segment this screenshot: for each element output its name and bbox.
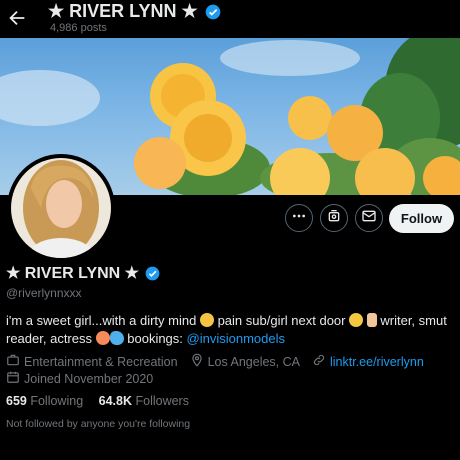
follow-stats: 659 Following 64.8K Followers	[6, 394, 189, 408]
profile-meta-row: Entertainment & Recreation Los Angeles, …	[6, 353, 424, 370]
profile-category: Entertainment & Recreation	[24, 354, 178, 369]
link-icon	[312, 353, 330, 370]
following-link[interactable]: 659 Following	[6, 394, 83, 408]
more-button[interactable]	[285, 204, 313, 232]
briefcase-icon	[6, 353, 24, 370]
profile-bio: i'm a sweet girl...with a dirty mind pai…	[6, 312, 454, 348]
profile-joined: Joined November 2020	[24, 371, 154, 386]
followers-link[interactable]: 64.8K Followers	[99, 394, 189, 408]
message-button[interactable]	[355, 204, 383, 232]
droplets-icon	[109, 331, 124, 345]
verified-icon	[205, 4, 221, 25]
subscribe-button[interactable]	[320, 204, 348, 232]
profile-name: ★ RIVER LYNN ★	[6, 265, 140, 282]
post-count: 4,986 posts	[50, 22, 107, 34]
fingers-crossed-icon	[366, 313, 377, 327]
bio-part4: bookings:	[127, 331, 183, 346]
back-arrow-icon[interactable]	[6, 7, 28, 29]
verified-icon	[145, 266, 160, 286]
follow-button[interactable]: Follow	[389, 204, 454, 233]
smiling-face-icon	[349, 313, 364, 327]
profile-location: Los Angeles, CA	[207, 354, 300, 369]
more-icon	[291, 208, 307, 229]
calendar-icon	[6, 370, 24, 387]
yellow-heart-icon	[199, 313, 214, 327]
top-bar: ★ RIVER LYNN ★ 4,986 posts	[0, 0, 460, 38]
followers-label: Followers	[135, 394, 189, 408]
profile-joined-row: Joined November 2020	[6, 370, 153, 387]
profile-website[interactable]: linktr.ee/riverlynn	[330, 355, 424, 369]
avatar[interactable]	[7, 154, 115, 262]
bio-part1: i'm a sweet girl...with a dirty mind	[6, 313, 197, 328]
peach-icon	[95, 331, 110, 345]
profile-name-wrap: ★ RIVER LYNN ★	[6, 263, 160, 286]
following-count: 659	[6, 394, 27, 408]
followers-count: 64.8K	[98, 394, 132, 408]
not-followed-note: Not followed by anyone you're following	[6, 418, 191, 430]
subscribe-icon	[326, 208, 342, 229]
following-label: Following	[30, 394, 84, 408]
message-icon	[361, 208, 377, 229]
profile-handle: @riverlynnxxx	[6, 286, 82, 300]
avatar-image	[11, 158, 111, 258]
bio-mention-link[interactable]: @invisionmodels	[187, 331, 285, 346]
location-icon	[190, 353, 208, 370]
bio-part2: pain sub/girl next door	[217, 313, 346, 328]
header-title: ★ RIVER LYNN ★	[48, 1, 198, 21]
